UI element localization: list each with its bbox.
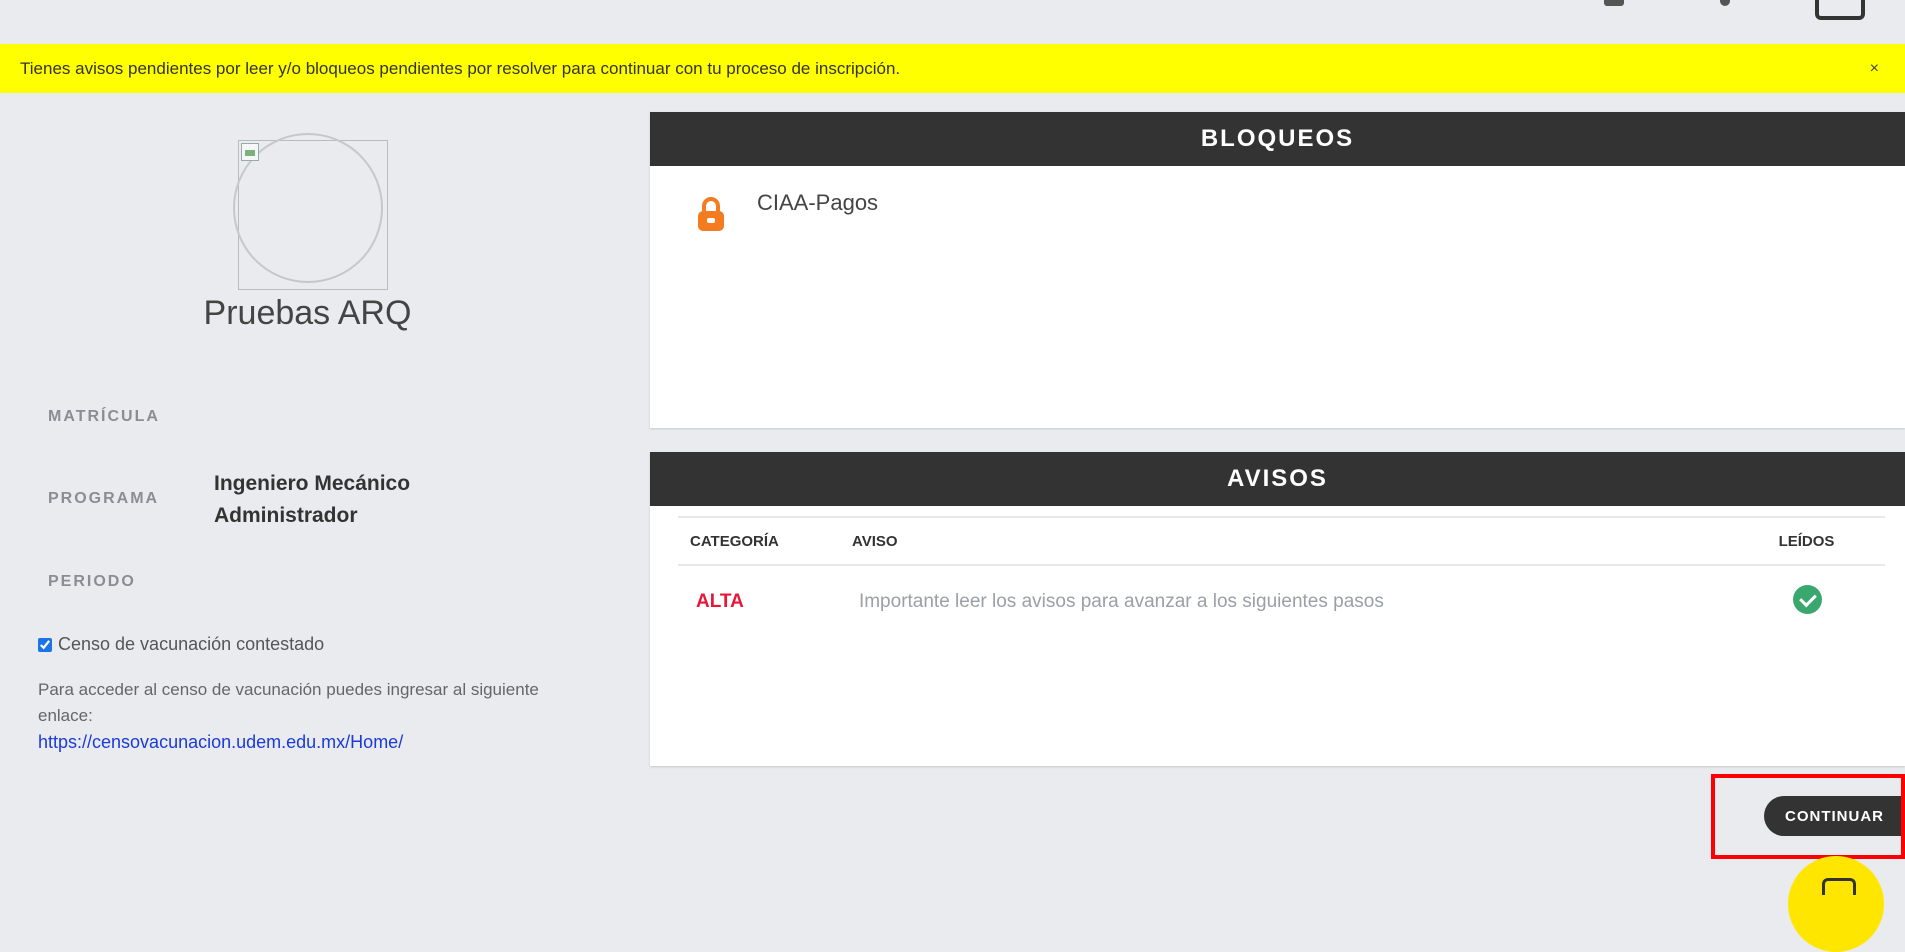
column-header-aviso: AVISO	[852, 532, 898, 550]
chatbot-button[interactable]	[1788, 856, 1884, 952]
periodo-label: PERIODO	[48, 573, 136, 590]
table-header: CATEGORÍA AVISO LEÍDOS	[678, 518, 1885, 566]
leido-cell	[1729, 585, 1885, 619]
categoria-cell: ALTA	[696, 591, 744, 612]
top-menu-icon[interactable]	[1604, 0, 1624, 6]
top-window-icon[interactable]	[1815, 0, 1865, 20]
bloqueos-title: BLOQUEOS	[650, 112, 1905, 166]
censo-info: Para acceder al censo de vacunación pued…	[38, 677, 558, 756]
column-header-leidos: LEÍDOS	[1778, 532, 1835, 550]
censo-link[interactable]: https://censovacunacion.udem.edu.mx/Home…	[38, 732, 403, 752]
programa-label: PROGRAMA	[48, 490, 160, 507]
avisos-panel: AVISOS CATEGORÍA AVISO LEÍDOS ALTA Impor…	[650, 452, 1905, 766]
matricula-label: MATRÍCULA	[48, 408, 160, 425]
lock-icon	[698, 197, 724, 231]
top-user-icon[interactable]	[1720, 0, 1730, 6]
table-row[interactable]: ALTA Importante leer los avisos para ava…	[678, 566, 1885, 638]
alert-message: Tienes avisos pendientes por leer y/o bl…	[20, 58, 901, 78]
profile-name: Pruebas ARQ	[203, 294, 412, 332]
avisos-table: CATEGORÍA AVISO LEÍDOS ALTA Importante l…	[678, 516, 1885, 638]
column-header-categoria: CATEGORÍA	[690, 532, 779, 550]
censo-info-text: Para acceder al censo de vacunación pued…	[38, 680, 539, 725]
continuar-button[interactable]: CONTINUAR	[1764, 796, 1905, 836]
aviso-cell: Importante leer los avisos para avanzar …	[858, 591, 1384, 612]
check-circle-icon	[1792, 585, 1822, 614]
censo-checkbox[interactable]	[38, 637, 52, 652]
programa-value: Ingeniero Mecánico Administrador	[214, 472, 411, 527]
censo-checkbox-label: Censo de vacunación contestado	[58, 634, 325, 654]
broken-image-icon	[241, 143, 259, 161]
censo-status: Censo de vacunación contestado	[38, 634, 324, 655]
avatar	[233, 133, 388, 290]
bloqueos-panel: BLOQUEOS CIAA-Pagos	[650, 112, 1905, 428]
avisos-title: AVISOS	[650, 452, 1905, 506]
bloqueo-item-label: CIAA-Pagos	[757, 190, 879, 215]
pending-alert-banner: Tienes avisos pendientes por leer y/o bl…	[0, 44, 1905, 93]
close-icon[interactable]: ×	[1870, 60, 1879, 78]
